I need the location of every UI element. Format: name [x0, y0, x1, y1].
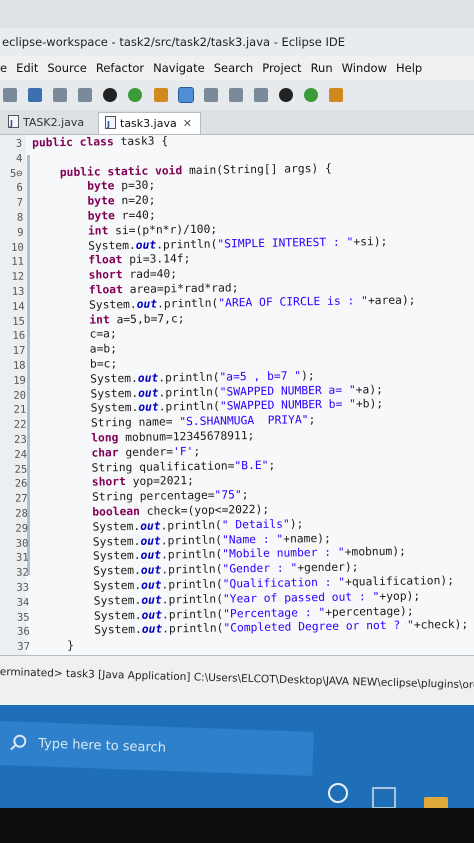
line-number: 16 [12, 329, 26, 343]
line-number: 10 [10, 241, 24, 254]
menu-bar: e Edit Source Refactor Navigate Search Project… [0, 56, 474, 80]
code-text: byte n=20; [87, 193, 156, 208]
highlight-icon[interactable] [177, 87, 194, 103]
open-type-icon[interactable] [203, 88, 218, 102]
menu-item-run[interactable]: Run [311, 61, 333, 75]
code-text: byte p=30; [87, 178, 156, 194]
profile-icon[interactable] [329, 88, 344, 102]
code-text: long mobnum=12345678911; [91, 428, 255, 445]
code-text: short rad=40; [88, 267, 178, 282]
line-number: 8 [16, 211, 24, 224]
line-number: 22 [13, 418, 27, 431]
code-text: short yop=2021; [91, 474, 194, 489]
line-number: 35 [16, 611, 30, 624]
app-window-icon[interactable] [372, 787, 396, 809]
code-text: int a=5,b=7,c; [89, 311, 185, 327]
line-number: 13 [11, 285, 25, 298]
line-number: 11 [11, 256, 25, 269]
line-number: 15 [12, 315, 25, 328]
line-number: 3 [15, 137, 23, 150]
editor-tabs: TASK2.java task3.java✕ [0, 110, 474, 135]
menu-item-window[interactable]: Window [342, 61, 387, 75]
search-placeholder: Type here to search [37, 736, 167, 756]
line-number: 24 [14, 448, 28, 461]
line-number: 19 [13, 374, 26, 387]
line-number: 7 [16, 196, 24, 209]
code-text: int si=(p*n*r)/100; [87, 222, 218, 238]
line-number: 18 [12, 359, 26, 372]
line-number: 27 [14, 492, 28, 505]
tab-task3-java[interactable]: task3.java✕ [98, 112, 201, 135]
coverage-icon[interactable] [304, 88, 319, 102]
print-icon[interactable] [78, 88, 93, 102]
code-text: String qualification="B.E"; [37, 458, 276, 475]
debug-icon[interactable] [103, 88, 118, 102]
menu-item-e[interactable]: e [0, 61, 7, 75]
menu-item-refactor[interactable]: Refactor [96, 61, 144, 75]
code-text: a=b; [35, 342, 118, 357]
code-text: public class task3 { [31, 135, 169, 150]
code-text: boolean check=(yop<=2022); [92, 502, 270, 519]
task-view-icon[interactable] [328, 783, 348, 803]
line-number: 20 [13, 389, 27, 402]
line-number: 23 [14, 433, 27, 446]
console-panel: erminated> task3 [Java Application] C:\U… [0, 655, 474, 706]
taskbar-search-box[interactable]: Type here to search [0, 721, 314, 776]
code-text: } [39, 638, 75, 653]
menu-item-edit[interactable]: Edit [16, 61, 38, 75]
line-number: 30 [15, 537, 29, 550]
tab-task2-java[interactable]: TASK2.java [2, 112, 92, 134]
search-icon[interactable] [228, 88, 243, 102]
line-number: 9 [17, 226, 24, 239]
line-number: 17 [12, 344, 26, 357]
window-title: eclipse-workspace - task2/src/task2/task… [0, 28, 474, 56]
java-file-icon [105, 114, 116, 135]
code-text: byte r=40; [87, 208, 156, 223]
line-number: 5⊖ [9, 167, 23, 180]
run-last-icon[interactable] [279, 88, 294, 102]
toolbar [0, 80, 474, 111]
line-number: 33 [16, 581, 30, 594]
line-number: 36 [17, 625, 30, 639]
close-tab-icon[interactable]: ✕ [183, 117, 192, 130]
line-number: 12 [11, 270, 25, 284]
save-icon[interactable] [28, 88, 43, 102]
code-text: float pi=3.14f; [88, 252, 191, 268]
save-all-icon[interactable] [53, 88, 68, 102]
line-number: 34 [16, 596, 30, 609]
code-text: char gender='F'; [91, 444, 201, 460]
line-number: 29 [15, 522, 29, 535]
line-number: 6 [16, 182, 23, 195]
line-number: 21 [13, 403, 27, 417]
code-text: float area=pi*rad*rad; [88, 281, 239, 297]
menu-item-source[interactable]: Source [47, 61, 87, 75]
code-editor[interactable]: 3 public class task3 {4 5⊖ public static v… [0, 135, 474, 655]
code-area[interactable]: 3 public class task3 {4 5⊖ public static v… [0, 135, 474, 655]
java-file-icon [8, 113, 19, 134]
console-status: erminated> task3 [Java Application] C:\U… [0, 666, 474, 692]
search-icon [13, 734, 27, 748]
screen: eclipse-workspace - task2/src/task2/task… [0, 0, 474, 843]
line-number: 26 [14, 477, 28, 491]
menu-item-help[interactable]: Help [396, 61, 422, 75]
code-text: b=c; [35, 357, 118, 372]
line-number: 14 [11, 300, 25, 313]
new-icon[interactable] [3, 88, 17, 102]
line-number: 28 [15, 507, 29, 520]
line-number: 37 [17, 640, 31, 653]
screen-bezel [0, 808, 474, 843]
menu-item-search[interactable]: Search [214, 61, 254, 75]
line-number: 25 [14, 463, 28, 476]
run-icon[interactable] [128, 88, 143, 102]
menu-item-project[interactable]: Project [262, 61, 301, 75]
line-number: 31 [15, 551, 29, 565]
external-tools-icon[interactable] [153, 88, 168, 102]
line-number: 32 [16, 566, 29, 579]
line-number: 4 [15, 152, 23, 165]
menu-item-navigate[interactable]: Navigate [153, 61, 205, 75]
annotation-icon[interactable] [253, 88, 268, 102]
code-text: String percentage="75"; [37, 488, 249, 505]
code-text: c=a; [35, 327, 117, 342]
